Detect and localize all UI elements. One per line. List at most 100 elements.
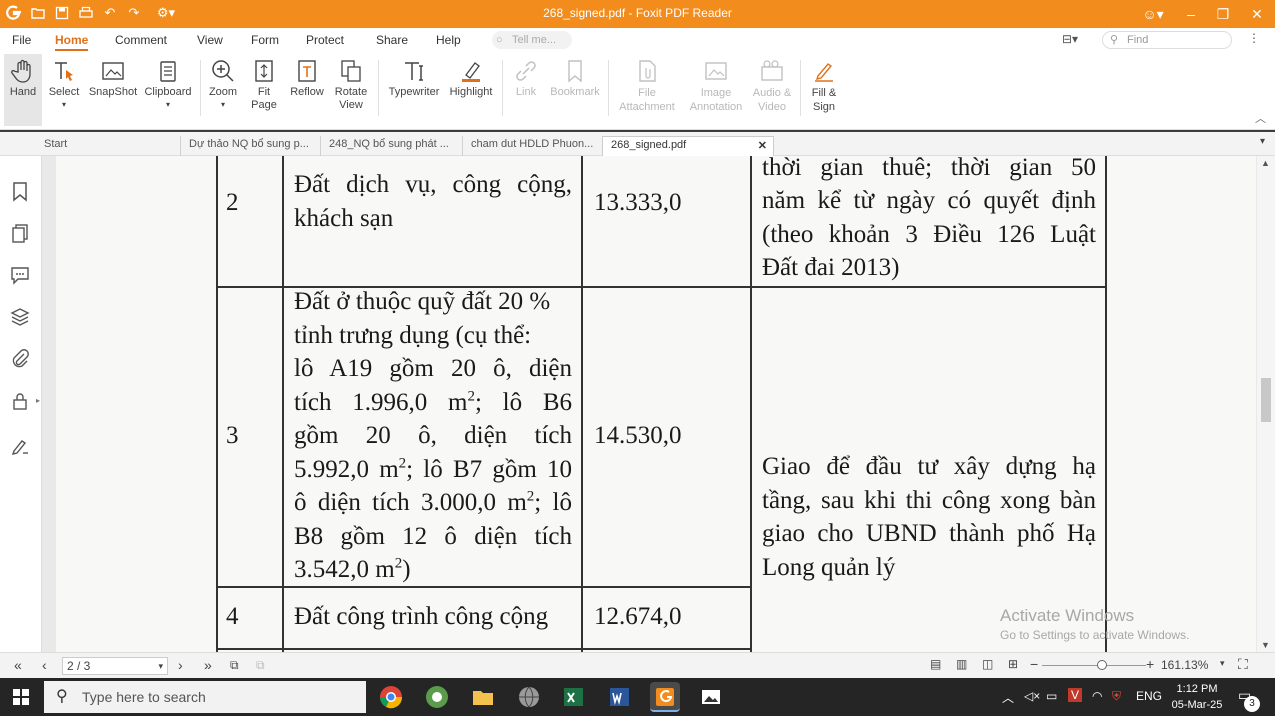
security-shield-icon[interactable]: ⛨	[1112, 689, 1121, 704]
comments-panel-icon[interactable]	[9, 264, 31, 286]
tab-du-thao[interactable]: Dự thảo NQ bổ sung p...	[180, 136, 320, 156]
hand-icon	[11, 59, 31, 83]
notification-count-badge: 3	[1244, 696, 1260, 712]
menu-comment[interactable]: Comment	[115, 33, 167, 47]
layers-panel-icon[interactable]	[9, 306, 31, 328]
attachments-panel-icon[interactable]	[9, 348, 31, 370]
tell-me-box[interactable]: ○ Tell me...	[492, 31, 572, 49]
foxit-app[interactable]	[650, 682, 680, 712]
rotate-view-button[interactable]: Rotate View	[330, 54, 372, 126]
row-4-area: 12.674,0	[594, 603, 682, 630]
volume-icon[interactable]: ◁×	[1024, 689, 1040, 703]
menu-form[interactable]: Form	[251, 33, 279, 47]
menu-protect[interactable]: Protect	[306, 33, 344, 47]
pdf-page: 2 Đất dịch vụ, công cộng, khách sạn 13.3…	[56, 156, 1256, 652]
select-tool-button[interactable]: Select ▾	[44, 54, 84, 126]
word-app[interactable]	[604, 682, 634, 712]
reflow-icon	[298, 60, 316, 82]
antivirus-icon[interactable]: V	[1068, 688, 1083, 702]
zoom-dropdown-icon[interactable]: ▾	[1220, 658, 1225, 669]
taskbar-search-box[interactable]: ⚲ Type here to search	[44, 681, 366, 713]
close-button[interactable]: ✕	[1246, 4, 1268, 24]
first-page-icon[interactable]: «	[14, 657, 22, 673]
menu-view[interactable]: View	[197, 33, 223, 47]
battery-icon[interactable]: ▭	[1046, 689, 1057, 703]
continuous-page-icon[interactable]: ▥	[956, 657, 967, 671]
clock[interactable]: 1:12 PM 05-Mar-25	[1168, 681, 1226, 713]
windows-start-icon[interactable]	[13, 689, 29, 705]
coccoc-app[interactable]	[422, 682, 452, 712]
tab-248-nq[interactable]: 248_NQ bổ sung phát ...	[320, 136, 462, 156]
menu-home[interactable]: Home	[55, 33, 89, 51]
zoom-in-icon[interactable]: +	[1146, 656, 1154, 672]
scroll-down-icon[interactable]: ▼	[1261, 640, 1270, 650]
find-input[interactable]: ⚲ Find	[1102, 31, 1232, 49]
last-page-icon[interactable]: »	[204, 657, 212, 673]
zoom-button[interactable]: Zoom ▾	[204, 54, 242, 126]
photos-app[interactable]	[696, 682, 726, 712]
typewriter-button[interactable]: Typewriter	[384, 54, 444, 126]
show-hidden-icons-icon[interactable]: ︿	[1002, 689, 1014, 706]
chrome-app[interactable]	[376, 682, 406, 712]
hand-tool-button[interactable]: Hand	[4, 54, 42, 126]
vertical-scrollbar[interactable]: ▲ ▼	[1257, 156, 1275, 652]
collapse-ribbon-icon[interactable]: ︿	[1255, 110, 1266, 126]
snapshot-button[interactable]: SnapShot	[86, 54, 140, 126]
page-dropdown-icon[interactable]: ▾	[158, 658, 163, 674]
menu-share[interactable]: Share	[376, 33, 408, 47]
account-icon[interactable]: ☺▾	[1136, 4, 1170, 24]
security-panel-icon[interactable]	[9, 390, 31, 412]
clipboard-button[interactable]: Clipboard ▾	[142, 54, 194, 126]
facing-page-icon[interactable]: ◫	[982, 657, 993, 671]
language-indicator[interactable]: ENG	[1136, 689, 1162, 703]
link-button[interactable]: Link	[506, 54, 546, 126]
zoom-out-icon[interactable]: −	[1030, 656, 1038, 672]
file-explorer-app[interactable]	[468, 682, 498, 712]
tab-start[interactable]: Start	[36, 136, 180, 156]
audio-video-button[interactable]: Audio & Video	[750, 54, 794, 126]
restore-button[interactable]: ❐	[1212, 4, 1234, 24]
close-tab-icon[interactable]: ✕	[758, 138, 767, 154]
tab-cham-dut[interactable]: cham dut HDLD Phuon...	[462, 136, 602, 156]
reflow-button[interactable]: Reflow	[286, 54, 328, 126]
more-options-icon[interactable]: ⋮	[1248, 31, 1260, 45]
tab-268-signed[interactable]: 268_signed.pdf ✕	[602, 136, 774, 156]
zoom-level[interactable]: 161.13%	[1161, 658, 1208, 672]
previous-view-icon[interactable]: ⧉	[230, 658, 239, 673]
page-number-input[interactable]: 2 / 3 ▾	[62, 657, 168, 675]
image-annotation-button[interactable]: Image Annotation	[684, 54, 748, 126]
ribbon-separator	[608, 60, 609, 116]
document-view[interactable]: 2 Đất dịch vụ, công cộng, khách sạn 13.3…	[42, 156, 1257, 652]
file-attachment-button[interactable]: File Attachment	[614, 54, 680, 126]
previous-page-icon[interactable]: ‹	[42, 657, 47, 673]
signature-panel-icon[interactable]	[9, 434, 31, 456]
continuous-facing-icon[interactable]: ⊞	[1008, 657, 1018, 671]
expand-sidebar-icon[interactable]: ▸	[36, 396, 40, 405]
title-bar: ↶ ↷ ⚙▾ 268_signed.pdf - Foxit PDF Reader…	[0, 0, 1275, 28]
single-page-icon[interactable]: ▤	[930, 657, 941, 671]
zoom-slider-handle[interactable]	[1097, 660, 1107, 670]
page-thumbnails-icon[interactable]	[9, 222, 31, 244]
row-3-line-6-tail: ; lô B7 gồm 10	[406, 456, 572, 483]
highlight-button[interactable]: Highlight	[446, 54, 496, 126]
document-tabs: Start Dự thảo NQ bổ sung p... 248_NQ bổ …	[0, 132, 1275, 156]
minimize-button[interactable]: –	[1180, 4, 1202, 24]
zoom-slider-track[interactable]	[1042, 665, 1146, 666]
fullscreen-icon[interactable]: ⛶	[1238, 656, 1248, 673]
menu-file[interactable]: File	[12, 33, 31, 47]
search-options-icon[interactable]: ⊟▾	[1062, 32, 1078, 46]
network-app[interactable]	[514, 682, 544, 712]
tab-list-chevron-icon[interactable]: ▾	[1260, 136, 1265, 147]
next-page-icon[interactable]: ›	[178, 657, 183, 673]
fit-page-button[interactable]: Fit Page	[244, 54, 284, 126]
scroll-thumb[interactable]	[1261, 378, 1271, 422]
typewriter-icon	[405, 62, 423, 81]
wifi-icon[interactable]: ◠	[1092, 689, 1102, 703]
scroll-up-icon[interactable]: ▲	[1261, 158, 1270, 168]
menu-help[interactable]: Help	[436, 33, 461, 47]
fill-sign-button[interactable]: Fill & Sign	[804, 54, 844, 126]
bookmark-panel-icon[interactable]	[9, 180, 31, 202]
bookmark-button[interactable]: Bookmark	[548, 54, 602, 126]
next-view-icon[interactable]: ⧉	[256, 658, 265, 673]
excel-app[interactable]	[558, 682, 588, 712]
